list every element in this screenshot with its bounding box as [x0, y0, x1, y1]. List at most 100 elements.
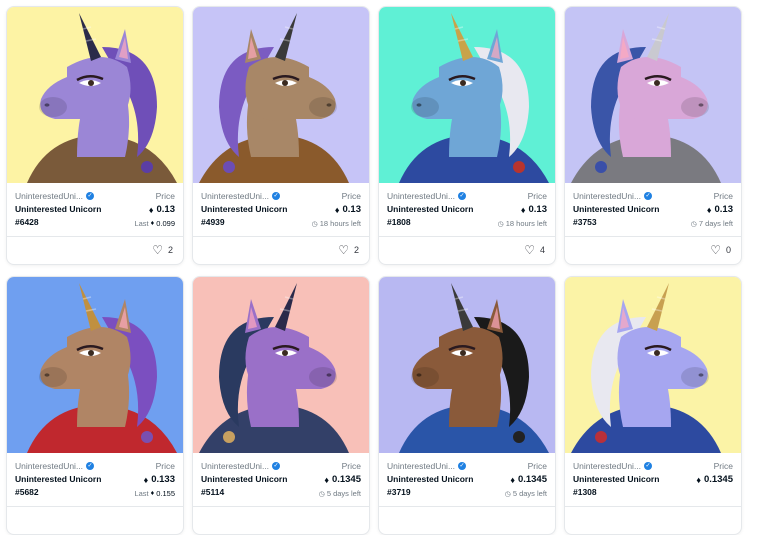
time-left-label: 5 days left: [326, 489, 361, 498]
unicorn-artwork: [379, 277, 555, 453]
price-label: Price: [155, 191, 175, 201]
like-button[interactable]: ♡ 2: [338, 243, 359, 257]
collection-link[interactable]: UninterestedUni... ✓: [387, 461, 467, 471]
last-sale-label: Last: [134, 489, 149, 498]
collection-link[interactable]: UninterestedUni... ✓: [15, 191, 95, 201]
nft-image[interactable]: [7, 7, 183, 183]
clock-icon: ◷: [497, 220, 504, 228]
nft-image[interactable]: [193, 277, 369, 453]
like-button[interactable]: ♡ 0: [710, 243, 731, 257]
like-button[interactable]: ♡ 4: [524, 243, 545, 257]
verified-badge-icon: ✓: [86, 192, 95, 200]
nft-card[interactable]: UninterestedUni... ✓ Uninterested Unicorn #…: [192, 276, 370, 535]
price-amount: 0.133: [151, 474, 175, 485]
nft-name: Uninterested Unicorn: [201, 204, 288, 214]
nft-card[interactable]: UninterestedUni... ✓ Uninterested Unicorn #…: [192, 6, 370, 265]
clock-icon: ◷: [504, 490, 511, 498]
collection-name: UninterestedUni...: [387, 191, 456, 201]
nft-name: Uninterested Unicorn: [387, 204, 474, 214]
price-label: Price: [155, 461, 175, 471]
price-label: Price: [527, 461, 547, 471]
token-id: #3753: [573, 217, 597, 227]
unicorn-artwork: [7, 7, 183, 183]
nft-name: Uninterested Unicorn: [573, 204, 660, 214]
heart-icon: ♡: [338, 243, 349, 257]
like-count: 2: [353, 245, 359, 255]
price-value: ♦ 0.13: [521, 204, 547, 215]
heart-icon: ♡: [152, 243, 163, 257]
verified-badge-icon: ✓: [272, 462, 281, 470]
price-label: Price: [713, 191, 733, 201]
heart-icon: ♡: [710, 243, 721, 257]
price-amount: 0.13: [342, 204, 362, 215]
nft-card[interactable]: UninterestedUni... ✓ Uninterested Unicorn #…: [564, 6, 742, 265]
price-amount: 0.13: [714, 204, 734, 215]
unicorn-artwork: [565, 277, 741, 453]
nft-image[interactable]: [565, 277, 741, 453]
price-label: Price: [341, 461, 361, 471]
time-left: ◷ 18 hours left: [312, 219, 361, 228]
collection-link[interactable]: UninterestedUni... ✓: [573, 461, 653, 471]
unicorn-artwork: [565, 7, 741, 183]
nft-card[interactable]: UninterestedUni... ✓ Uninterested Unicorn #…: [6, 6, 184, 265]
price-value: ♦ 0.1345: [510, 474, 547, 485]
nft-info: UninterestedUni... ✓ Uninterested Unicorn #…: [565, 183, 741, 236]
nft-info: UninterestedUni... ✓ Uninterested Unicorn #…: [193, 453, 369, 506]
last-sale-value: 0.099: [156, 219, 175, 228]
last-sale-label: Last: [134, 219, 149, 228]
time-left-label: 18 hours left: [319, 219, 361, 228]
nft-image[interactable]: [193, 7, 369, 183]
nft-info: UninterestedUni... ✓ Uninterested Unicorn #…: [7, 453, 183, 506]
nft-card[interactable]: UninterestedUni... ✓ Uninterested Unicorn #…: [378, 6, 556, 265]
price-amount: 0.1345: [703, 474, 733, 485]
time-left-label: 18 hours left: [505, 219, 547, 228]
time-left: ◷ 5 days left: [505, 489, 547, 498]
like-button[interactable]: ♡ 2: [152, 243, 173, 257]
collection-link[interactable]: UninterestedUni... ✓: [201, 461, 281, 471]
collection-link[interactable]: UninterestedUni... ✓: [573, 191, 653, 201]
price-value: ♦ 0.13: [707, 204, 733, 215]
collection-link[interactable]: UninterestedUni... ✓: [201, 191, 281, 201]
eth-icon: ♦: [334, 204, 340, 215]
last-sale-value: 0.155: [156, 489, 175, 498]
price-value: ♦ 0.133: [144, 474, 175, 485]
token-id: #6428: [15, 217, 39, 227]
price-amount: 0.13: [528, 204, 548, 215]
nft-name: Uninterested Unicorn: [15, 204, 102, 214]
collection-name: UninterestedUni...: [573, 191, 642, 201]
nft-name: Uninterested Unicorn: [387, 474, 474, 484]
card-footer: ♡ 2: [7, 236, 183, 264]
heart-icon: ♡: [524, 243, 535, 257]
time-left: ◷ 7 days left: [691, 219, 733, 228]
token-id: #1808: [387, 217, 411, 227]
like-count: 2: [167, 245, 173, 255]
nft-card[interactable]: UninterestedUni... ✓ Uninterested Unicorn #…: [564, 276, 742, 535]
price-value: ♦ 0.1345: [324, 474, 361, 485]
like-count: 0: [725, 245, 731, 255]
price-amount: 0.1345: [331, 474, 361, 485]
last-sale: Last ♦ 0.099: [134, 219, 175, 228]
price-value: ♦ 0.13: [149, 204, 175, 215]
collection-name: UninterestedUni...: [201, 191, 270, 201]
eth-icon: ♦: [706, 204, 712, 215]
nft-image[interactable]: [565, 7, 741, 183]
collection-link[interactable]: UninterestedUni... ✓: [387, 191, 467, 201]
nft-info: UninterestedUni... ✓ Uninterested Unicorn #…: [565, 453, 741, 506]
time-left: ◷ 5 days left: [319, 489, 361, 498]
nft-card[interactable]: UninterestedUni... ✓ Uninterested Unicorn #…: [378, 276, 556, 535]
nft-image[interactable]: [379, 277, 555, 453]
price-amount: 0.1345: [517, 474, 547, 485]
collection-link[interactable]: UninterestedUni... ✓: [15, 461, 95, 471]
card-footer: ♡ 4: [379, 236, 555, 264]
nft-info: UninterestedUni... ✓ Uninterested Unicorn #…: [193, 183, 369, 236]
nft-info: UninterestedUni... ✓ Uninterested Unicorn #…: [379, 453, 555, 506]
verified-badge-icon: ✓: [644, 192, 653, 200]
verified-badge-icon: ✓: [458, 192, 467, 200]
nft-card[interactable]: UninterestedUni... ✓ Uninterested Unicorn #…: [6, 276, 184, 535]
nft-image[interactable]: [7, 277, 183, 453]
nft-image[interactable]: [379, 7, 555, 183]
price-label: Price: [527, 191, 547, 201]
time-left-label: 7 days left: [698, 219, 733, 228]
eth-icon: ♦: [143, 474, 149, 485]
clock-icon: ◷: [318, 490, 325, 498]
